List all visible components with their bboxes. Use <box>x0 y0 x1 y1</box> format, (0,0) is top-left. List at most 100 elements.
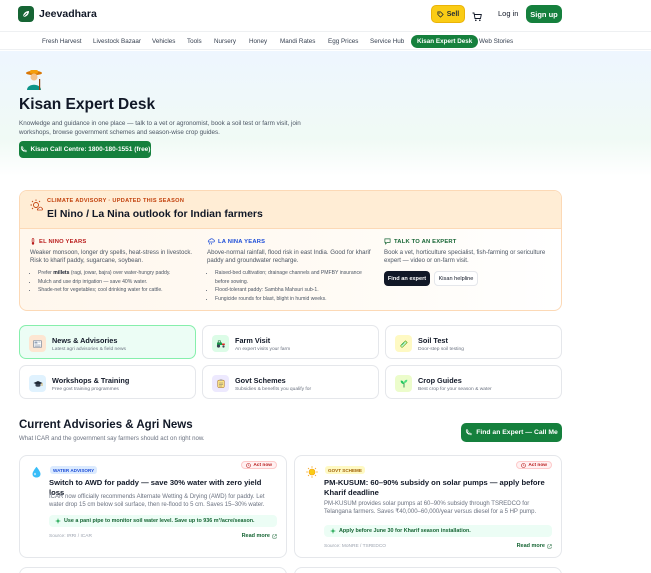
call-me-label: Find an Expert — Call Me <box>476 429 558 436</box>
la-nina-summary: Above-normal rainfall, flood risk in eas… <box>207 249 371 265</box>
nav-item-fresh-harvest[interactable]: Fresh Harvest <box>42 35 82 48</box>
tile-title: News & Advisories <box>52 336 118 345</box>
kisan-helpline-button[interactable]: Kisan helpline <box>434 271 478 287</box>
brand-logo[interactable]: Jeevadhara <box>18 6 97 22</box>
hero-description: Knowledge and guidance in one place — ta… <box>19 120 301 136</box>
tile-subtitle: An expert visits your farm <box>235 347 291 352</box>
thermometer-icon <box>31 238 35 245</box>
nav-item-service-hub[interactable]: Service Hub <box>370 35 404 48</box>
cart-icon[interactable] <box>472 9 482 27</box>
sparkle-icon <box>330 528 336 534</box>
kisan-call-centre-button[interactable]: Kisan Call Centre: 1800-180-1551 (free) <box>19 141 151 158</box>
nav-item-tools[interactable]: Tools <box>187 35 202 48</box>
login-link[interactable]: Log in <box>498 9 518 18</box>
tile-govt-schemes[interactable]: Govt Schemes Subsidies & benefits you qu… <box>202 365 379 399</box>
test-tube-icon <box>395 335 412 352</box>
news-card-awd[interactable]: WATER ADVISORY Act now Switch to AWD for… <box>19 455 287 558</box>
la-nina-heading: LA NINA YEARS <box>218 238 266 245</box>
chat-icon <box>384 238 391 245</box>
read-more-link[interactable]: Read more <box>517 543 552 549</box>
water-drop-icon <box>32 466 41 478</box>
tile-crop-guides[interactable]: Crop Guides Best crop for your season & … <box>385 365 562 399</box>
el-nino-bullets: Prefer millets (ragi, jowar, bajra) over… <box>30 269 200 294</box>
tip-box: Use a pani pipe to monitor soil water le… <box>49 515 277 527</box>
tile-title: Workshops & Training <box>52 376 130 385</box>
advisories-subtitle: What ICAR and the government say farmers… <box>19 435 205 442</box>
find-expert-button[interactable]: Find an expert <box>384 271 430 287</box>
news-source: Source: IRRI / ICAR <box>49 534 92 539</box>
nav-item-web-stories[interactable]: Web Stories <box>479 35 513 48</box>
el-nino-heading: EL NINO YEARS <box>39 238 87 245</box>
tip-box: Apply before June 30 for Kharif season i… <box>324 525 552 537</box>
tile-title: Farm Visit <box>235 336 271 345</box>
tile-title: Soil Test <box>418 336 448 345</box>
list-item: Flood-tolerant paddy: Sambha Mahsuri sub… <box>215 286 377 294</box>
la-nina-bullets: Raised-bed cultivation; drainage channel… <box>207 269 377 303</box>
list-item: Fungicide rounds for blast, blight in hu… <box>215 295 377 303</box>
news-body: PM-KUSUM provides solar pumps at 60–90% … <box>324 501 537 516</box>
climate-kicker: CLIMATE ADVISORY · UPDATED THIS SEASON <box>47 198 185 204</box>
sun-icon <box>306 466 318 478</box>
find-expert-call-me-button[interactable]: Find an Expert — Call Me <box>461 423 562 442</box>
news-source: Source: MoNRE / TSREDCO <box>324 544 387 549</box>
list-item: Shade-net for vegetables; cool drinking … <box>38 286 200 294</box>
sell-label: Sell <box>446 10 460 18</box>
news-title: PM-KUSUM: 60–90% subsidy on solar pumps … <box>324 478 545 497</box>
phone-icon <box>20 146 26 153</box>
clock-icon <box>521 462 527 468</box>
tag-badge: WATER ADVISORY <box>50 466 98 474</box>
tile-farm-visit[interactable]: Farm Visit An expert visits your farm <box>202 325 379 359</box>
tile-subtitle: Best crop for your season & water <box>418 387 492 392</box>
nav-item-livestock-bazaar[interactable]: Livestock Bazaar <box>93 35 141 48</box>
news-body: ICAR now officially recommends Alternate… <box>49 494 265 509</box>
page-title: Kisan Expert Desk <box>19 96 156 113</box>
sparkle-icon <box>55 518 61 524</box>
signup-button[interactable]: Sign up <box>526 5 562 23</box>
external-link-icon <box>272 533 277 538</box>
list-item: Prefer millets (ragi, jowar, bajra) over… <box>38 269 200 277</box>
category-nav: Fresh Harvest Livestock Bazaar Vehicles … <box>0 31 651 50</box>
news-card-next[interactable] <box>294 567 562 573</box>
read-more-link[interactable]: Read more <box>242 533 277 539</box>
nav-item-honey[interactable]: Honey <box>249 35 267 48</box>
tag-badge: GOVT SCHEME <box>325 466 365 474</box>
cloud-rain-icon <box>207 238 215 245</box>
tile-subtitle: Free govt training programmes <box>52 387 119 392</box>
nav-item-nursery[interactable]: Nursery <box>214 35 236 48</box>
talk-expert-column: TALK TO AN EXPERT Book a vet, horticultu… <box>384 238 554 287</box>
tile-subtitle: Latest agri advisories & field news <box>52 347 126 352</box>
tile-news-advisories[interactable]: News & Advisories Latest agri advisories… <box>19 325 196 359</box>
phone-icon <box>466 429 472 436</box>
nav-item-kisan-expert-desk[interactable]: Kisan Expert Desk <box>411 35 479 48</box>
nav-item-egg-prices[interactable]: Egg Prices <box>328 35 358 48</box>
news-card-pm-kusum[interactable]: GOVT SCHEME Act now PM-KUSUM: 60–90% sub… <box>294 455 562 558</box>
list-item: Mulch and use drip irrigation — save 40%… <box>38 278 200 286</box>
sell-button[interactable]: Sell <box>431 5 465 23</box>
talk-expert-heading: TALK TO AN EXPERT <box>394 238 457 245</box>
act-now-badge: Act now <box>241 461 277 469</box>
sun-cloud-icon <box>30 199 43 211</box>
talk-expert-summary: Book a vet, horticulture specialist, fis… <box>384 249 546 265</box>
newspaper-icon <box>29 335 46 352</box>
tile-title: Crop Guides <box>418 376 462 385</box>
tile-title: Govt Schemes <box>235 376 286 385</box>
nav-item-mandi-rates[interactable]: Mandi Rates <box>280 35 315 48</box>
climate-header: CLIMATE ADVISORY · UPDATED THIS SEASON E… <box>20 191 561 229</box>
tractor-icon <box>212 335 229 352</box>
tile-subtitle: Subsidies & benefits you qualify for <box>235 387 312 392</box>
climate-title: El Nino / La Nina outlook for Indian far… <box>47 208 263 220</box>
news-card-next[interactable] <box>19 567 287 573</box>
tag-icon <box>437 10 444 18</box>
seedling-icon <box>395 375 412 392</box>
clipboard-icon <box>212 375 229 392</box>
tile-soil-test[interactable]: Soil Test Door-step soil testing <box>385 325 562 359</box>
top-header: Jeevadhara Sell Log in Sign up <box>0 0 651 30</box>
la-nina-column: LA NINA YEARS Above-normal rainfall, flo… <box>207 238 377 303</box>
advisories-title: Current Advisories & Agri News <box>19 419 193 431</box>
call-button-label: Kisan Call Centre: 1800-180-1551 (free) <box>30 146 151 153</box>
tile-subtitle: Door-step soil testing <box>418 347 464 352</box>
farmer-icon <box>24 68 44 90</box>
tile-workshops-training[interactable]: Workshops & Training Free govt training … <box>19 365 196 399</box>
climate-advisory-card: CLIMATE ADVISORY · UPDATED THIS SEASON E… <box>19 190 562 311</box>
nav-item-vehicles[interactable]: Vehicles <box>152 35 175 48</box>
